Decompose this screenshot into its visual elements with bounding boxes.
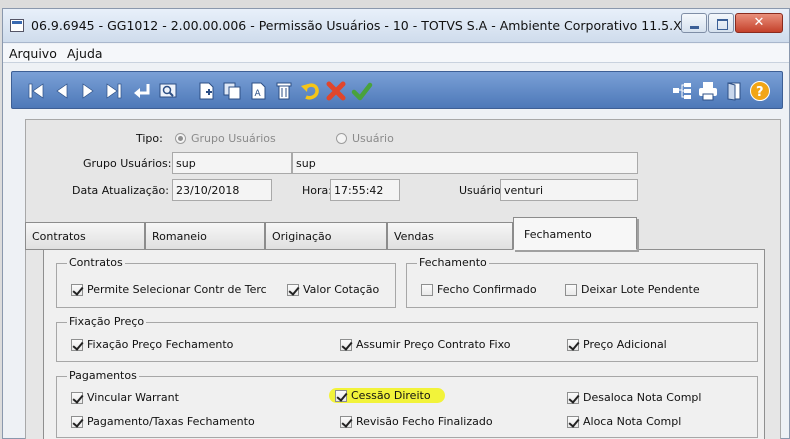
exit-icon[interactable] — [722, 79, 746, 103]
checkbox-label: Aloca Nota Compl — [583, 415, 682, 428]
svg-text:A: A — [255, 89, 262, 99]
checkbox-desaloca-nota-compl[interactable]: Desaloca Nota Compl — [567, 390, 701, 405]
group-fixacao-preco-title: Fixação Preço — [67, 315, 147, 328]
checkbox-fixacao-preco-fechamento[interactable]: Fixação Preço Fechamento — [71, 337, 233, 352]
radio-grupo-usuarios[interactable] — [175, 133, 186, 144]
confirm-icon[interactable] — [350, 79, 374, 103]
help-icon[interactable]: ? — [748, 79, 772, 103]
text-edit-icon[interactable]: A — [246, 79, 270, 103]
radio-grupo-usuarios-label: Grupo Usuários — [191, 132, 276, 145]
close-button[interactable]: ✕ — [735, 13, 783, 33]
checkbox-box — [565, 283, 577, 296]
checkbox-box — [567, 391, 579, 404]
checkbox-valor-cotacao[interactable]: Valor Cotação — [287, 282, 379, 297]
search-icon[interactable] — [156, 79, 180, 103]
checkbox-box — [567, 338, 579, 351]
checkbox-label: Preço Adicional — [583, 338, 667, 351]
checkbox-box — [335, 389, 347, 402]
delete-icon[interactable] — [272, 79, 296, 103]
radio-usuario[interactable] — [336, 133, 347, 144]
checkbox-label: Cessão Direito — [351, 389, 431, 402]
group-contratos: Contratos Permite Selecionar Contr de Te… — [56, 256, 396, 308]
undo-icon[interactable] — [298, 79, 322, 103]
toolbar: A ? — [11, 71, 783, 109]
checkbox-box — [567, 415, 579, 428]
hora-label: Hora: — [302, 184, 332, 197]
checkbox-fecho-confirmado[interactable]: Fecho Confirmado — [421, 282, 537, 297]
tab-originacao[interactable]: Originação — [265, 222, 387, 250]
checkbox-box — [71, 391, 83, 404]
checkbox-aloca-nota-compl[interactable]: Aloca Nota Compl — [567, 414, 681, 429]
group-fixacao-preco: Fixação Preço Fixação Preço Fechamento A… — [56, 315, 758, 362]
tab-romaneio[interactable]: Romaneio — [145, 222, 265, 250]
grupo-usuarios-label: Grupo Usuários: — [83, 157, 172, 170]
checkbox-box — [71, 415, 83, 428]
checkbox-cessao-direito[interactable]: Cessão Direito — [329, 388, 445, 403]
tab-fechamento[interactable]: Fechamento — [513, 217, 637, 250]
group-fechamento: Fechamento Fecho Confirmado Deixar Lote … — [406, 256, 758, 308]
group-pagamentos-title: Pagamentos — [67, 369, 139, 382]
previous-record-icon[interactable] — [50, 79, 74, 103]
data-atualizacao-field[interactable]: 23/10/2018 — [172, 179, 272, 201]
radio-usuario-label: Usuário — [352, 132, 394, 145]
checkbox-label: Pagamento/Taxas Fechamento — [87, 415, 255, 428]
enter-icon[interactable] — [130, 79, 154, 103]
tipo-label: Tipo: — [136, 132, 163, 145]
menu-arquivo[interactable]: Arquivo — [9, 46, 57, 61]
checkbox-label: Desaloca Nota Compl — [583, 391, 702, 404]
checkbox-box — [421, 283, 433, 296]
tree-icon[interactable] — [670, 79, 694, 103]
menu-bar: Arquivo Ajuda — [3, 44, 789, 63]
checkbox-vincular-warrant[interactable]: Vincular Warrant — [71, 390, 179, 405]
close-icon: ✕ — [753, 15, 765, 30]
checkbox-label: Permite Selecionar Contr de Terc — [87, 283, 267, 296]
checkbox-pagamento-taxas-fechamento[interactable]: Pagamento/Taxas Fechamento — [71, 414, 255, 429]
checkbox-label: Revisão Fecho Finalizado — [356, 415, 493, 428]
group-pagamentos: Pagamentos Vincular Warrant Cessão Direi… — [56, 369, 758, 438]
checkbox-label: Valor Cotação — [303, 283, 380, 296]
grupo-desc-field[interactable]: sup — [292, 152, 638, 174]
minimize-button[interactable] — [681, 13, 707, 33]
application-window: 06.9.6945 - GG1012 - 2.00.00.006 - Permi… — [2, 8, 790, 439]
checkbox-label: Fixação Preço Fechamento — [87, 338, 234, 351]
checkbox-label: Deixar Lote Pendente — [581, 283, 700, 296]
usuario-label: Usuário: — [459, 184, 505, 197]
data-atualizacao-label: Data Atualização: — [72, 184, 169, 197]
tab-fechamento-content: Contratos Permite Selecionar Contr de Te… — [43, 249, 765, 439]
grupo-code-field[interactable]: sup — [172, 152, 292, 174]
checkbox-box — [71, 338, 83, 351]
group-fechamento-title: Fechamento — [417, 256, 489, 269]
checkbox-label: Assumir Preço Contrato Fixo — [356, 338, 511, 351]
hora-field[interactable]: 17:55:42 — [330, 179, 400, 201]
checkbox-label: Fecho Confirmado — [437, 283, 537, 296]
checkbox-assumir-preco-contrato-fixo[interactable]: Assumir Preço Contrato Fixo — [340, 337, 511, 352]
next-record-icon[interactable] — [76, 79, 100, 103]
maximize-button[interactable] — [708, 13, 734, 33]
window-icon — [10, 19, 24, 32]
tab-contratos[interactable]: Contratos — [25, 222, 145, 250]
checkbox-permite-selecionar-contr-terc[interactable]: Permite Selecionar Contr de Terc — [71, 282, 267, 297]
new-document-icon[interactable] — [194, 79, 218, 103]
checkbox-box — [340, 338, 352, 351]
checkbox-revisao-fecho-finalizado[interactable]: Revisão Fecho Finalizado — [340, 414, 493, 429]
cancel-icon[interactable] — [324, 79, 348, 103]
checkbox-preco-adicional[interactable]: Preço Adicional — [567, 337, 667, 352]
copy-icon[interactable] — [220, 79, 244, 103]
checkbox-deixar-lote-pendente[interactable]: Deixar Lote Pendente — [565, 282, 700, 297]
window-title: 06.9.6945 - GG1012 - 2.00.00.006 - Permi… — [31, 18, 698, 33]
checkbox-box — [287, 283, 299, 296]
checkbox-label: Vincular Warrant — [87, 391, 179, 404]
group-contratos-title: Contratos — [67, 256, 125, 269]
tab-vendas[interactable]: Vendas — [387, 222, 513, 250]
checkbox-box — [71, 283, 83, 296]
menu-ajuda[interactable]: Ajuda — [67, 46, 103, 61]
title-bar[interactable]: 06.9.6945 - GG1012 - 2.00.00.006 - Permi… — [3, 9, 789, 43]
first-record-icon[interactable] — [24, 79, 48, 103]
checkbox-box — [340, 415, 352, 428]
svg-text:?: ? — [756, 85, 764, 100]
print-icon[interactable] — [696, 79, 720, 103]
usuario-field[interactable]: venturi — [500, 179, 638, 201]
last-record-icon[interactable] — [102, 79, 126, 103]
